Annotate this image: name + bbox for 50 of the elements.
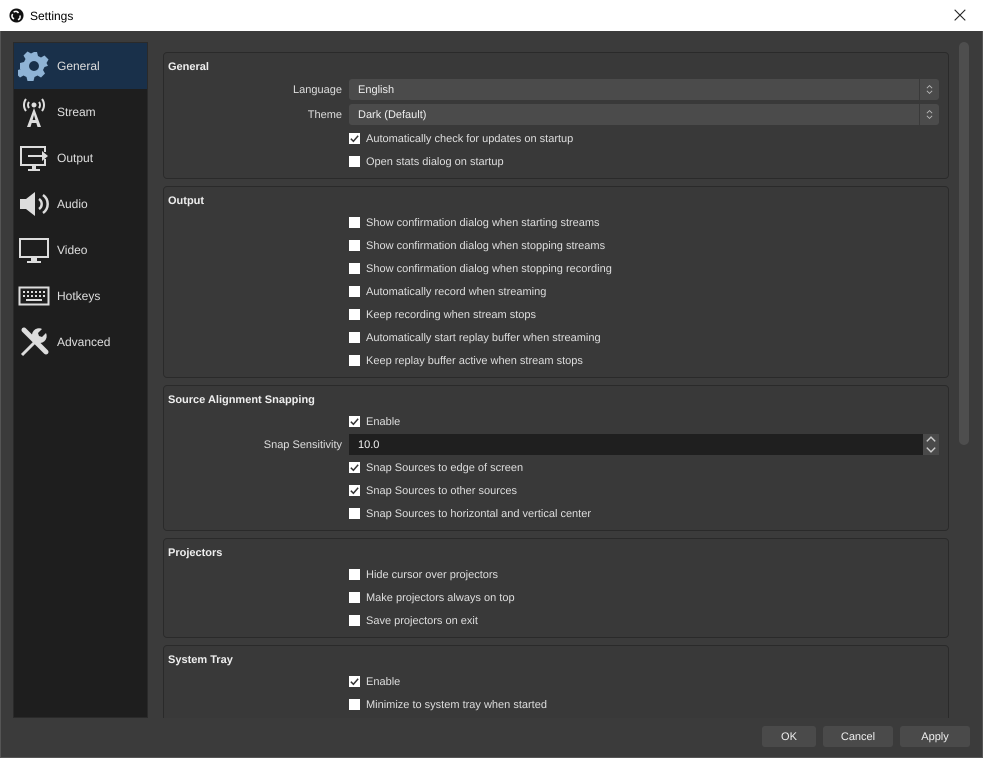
checkbox[interactable]: Save projectors on exit [349,614,478,626]
group-title: System Tray [167,653,234,668]
sidebar-item[interactable]: General [14,43,147,89]
checkmark-icon [349,462,360,473]
checkbox[interactable]: Enable [349,676,400,688]
group-title: Output [167,194,206,209]
checkbox[interactable]: Snap Sources to horizontal and vertical center [349,508,592,520]
dropdown[interactable]: English [349,79,939,100]
dialog-button[interactable]: Cancel [823,726,893,747]
sidebar-item[interactable]: Hotkeys [14,273,147,319]
checkbox[interactable]: Enable [349,416,400,428]
field-label: Theme [308,108,342,120]
sidebar-item[interactable]: Output [14,135,147,181]
dialog-button[interactable]: OK [762,726,816,747]
checkbox[interactable]: Open stats dialog on startup [349,156,504,168]
close-button[interactable]: × [937,0,983,31]
checkmark-icon [349,676,360,687]
field-label: Language [293,84,342,96]
sidebar-item[interactable]: Advanced [14,319,147,365]
checkbox[interactable]: Automatically record when streaming [349,286,546,298]
spin-arrows-icon[interactable] [923,434,939,455]
checkbox[interactable]: Minimize to system tray when started [349,698,547,710]
checkbox[interactable]: Keep replay buffer active when stream stops [349,354,583,366]
checkbox[interactable]: Automatically start replay buffer when streaming [349,332,601,344]
checkbox[interactable]: Hide cursor over projectors [349,568,498,580]
checkmark-icon [349,416,360,427]
checkbox[interactable]: Make projectors always on top [349,592,515,604]
dialog-button[interactable]: Apply [900,726,970,747]
checkbox[interactable]: Snap Sources to edge of screen [349,462,524,474]
checkbox[interactable]: Show confirmation dialog when starting streams [349,216,600,228]
window-title: Settings [30,8,74,22]
number-field[interactable]: 10.0 [349,434,939,455]
group-title: General [167,60,210,75]
checkbox[interactable]: Automatically check for updates on startup [349,132,574,144]
dropdown[interactable]: Dark (Default) [349,104,939,125]
checkbox[interactable]: Keep recording when stream stops [349,308,536,320]
gear-icon [18,50,50,82]
tools-icon [18,326,50,358]
group-title: Source Alignment Snapping [167,393,316,408]
checkbox[interactable]: Show confirmation dialog when stopping recording [349,262,612,274]
field-label: Snap Sensitivity [264,438,342,450]
sidebar-item[interactable]: Audio [14,181,147,227]
checkmark-icon [349,485,360,496]
sidebar-item[interactable]: Stream [14,89,147,135]
checkbox[interactable]: Snap Sources to other sources [349,484,518,496]
checkbox[interactable]: Show confirmation dialog when stopping streams [349,240,606,252]
sidebar-item[interactable]: Video [14,227,147,273]
checkmark-icon [349,133,360,144]
group-title: Projectors [167,546,224,561]
app-logo-icon [9,8,24,23]
